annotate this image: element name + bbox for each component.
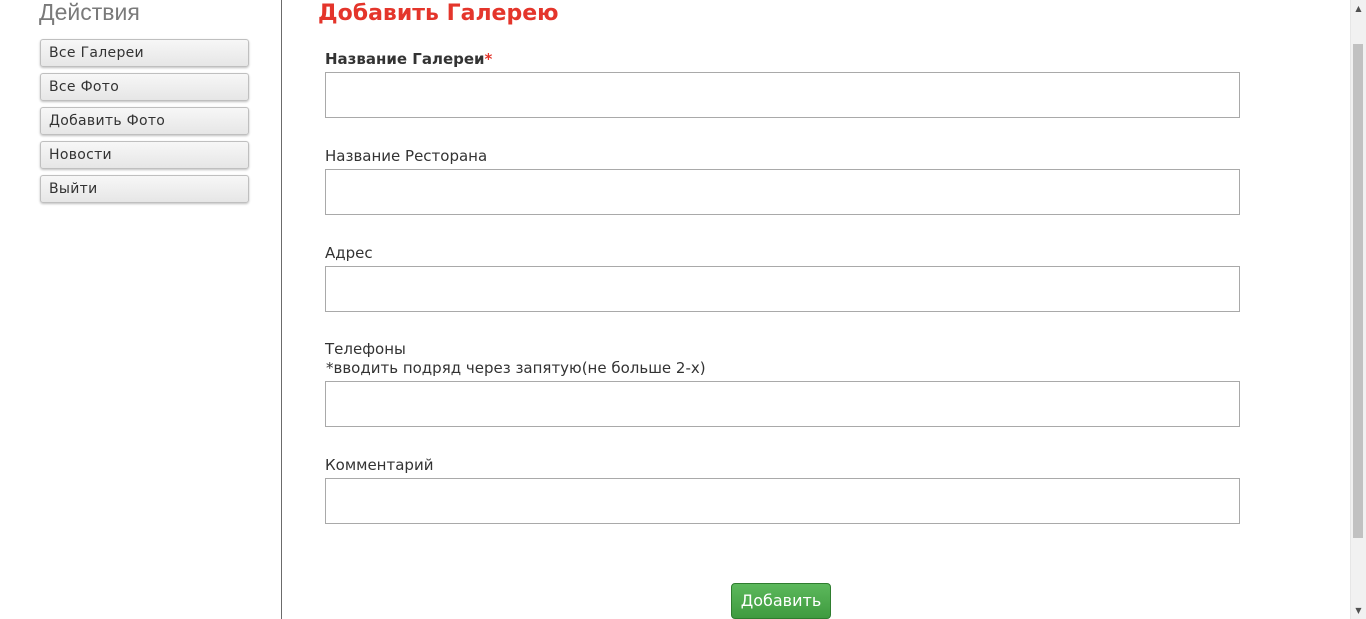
sidebar-item-add-photo[interactable]: Добавить Фото [40, 107, 249, 135]
restaurant-name-input[interactable] [325, 169, 1240, 215]
arrow-down-icon[interactable]: ▼ [1351, 602, 1366, 619]
sidebar-item-all-galleries[interactable]: Все Галереи [40, 39, 249, 67]
gallery-name-label: Название Галереи* [325, 50, 492, 69]
page-title: Добавить Галерею [318, 1, 559, 26]
main-content: Добавить Галерею Название Галереи* Назва… [282, 0, 1350, 619]
address-label: Адрес [325, 244, 373, 262]
sidebar: Действия Все Галереи Все Фото Добавить Ф… [0, 0, 282, 619]
required-mark: * [484, 50, 493, 68]
phones-input[interactable] [325, 381, 1240, 427]
phones-label: Телефоны [325, 340, 406, 358]
arrow-up-icon[interactable]: ▲ [1351, 0, 1366, 17]
sidebar-nav: Все Галереи Все Фото Добавить Фото Новос… [40, 39, 249, 209]
comment-label: Комментарий [325, 456, 434, 474]
scrollbar-thumb[interactable] [1353, 44, 1363, 538]
vertical-scrollbar[interactable]: ▲ ▼ [1350, 0, 1366, 619]
sidebar-title: Действия [39, 0, 140, 25]
comment-input[interactable] [325, 478, 1240, 524]
page: Действия Все Галереи Все Фото Добавить Ф… [0, 0, 1366, 619]
sidebar-item-all-photos[interactable]: Все Фото [40, 73, 249, 101]
gallery-name-label-text: Название Галереи [325, 50, 485, 68]
address-input[interactable] [325, 266, 1240, 312]
sidebar-item-news[interactable]: Новости [40, 141, 249, 169]
add-gallery-button[interactable]: Добавить [731, 583, 831, 619]
phones-hint: *вводить подряд через запятую(не больше … [326, 359, 706, 377]
restaurant-name-label: Название Ресторана [325, 147, 488, 165]
sidebar-item-logout[interactable]: Выйти [40, 175, 249, 203]
gallery-name-input[interactable] [325, 72, 1240, 118]
